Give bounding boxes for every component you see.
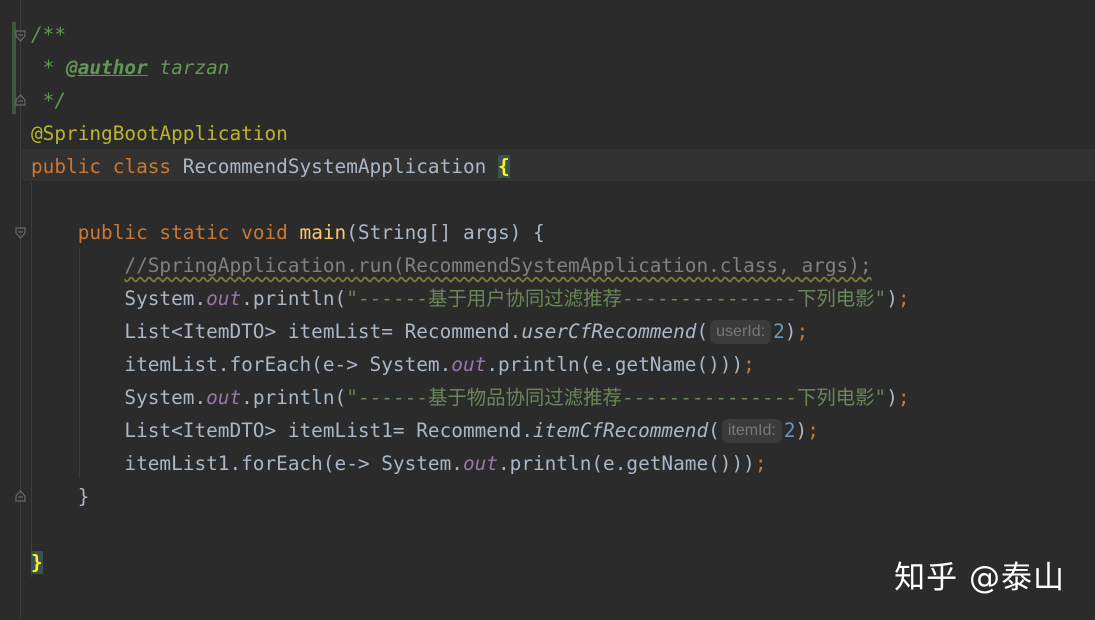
code-line[interactable]: */ bbox=[31, 84, 910, 117]
code-token: //SpringApplication.run(RecommendSystemA… bbox=[124, 254, 872, 277]
code-token: public static void bbox=[77, 221, 300, 244]
code-token: out bbox=[206, 287, 242, 310]
code-token: } bbox=[31, 485, 90, 508]
code-token: ; bbox=[897, 386, 910, 409]
code-token: out bbox=[451, 353, 487, 376]
code-token: .println( bbox=[241, 386, 347, 409]
code-line[interactable] bbox=[31, 513, 910, 546]
fold-open-icon[interactable] bbox=[15, 227, 26, 239]
code-line[interactable]: List<ItemDTO> itemList= Recommend.userCf… bbox=[31, 315, 910, 348]
code-line[interactable]: public static void main(String[] args) { bbox=[31, 216, 910, 249]
code-token: ; bbox=[743, 353, 755, 376]
parameter-hint: itemId: bbox=[721, 419, 782, 443]
code-line[interactable]: System.out.println("------基于物品协同过滤推荐----… bbox=[31, 381, 910, 414]
editor-gutter bbox=[0, 0, 22, 620]
code-token: ; bbox=[897, 287, 910, 310]
code-token: out bbox=[206, 386, 242, 409]
code-line[interactable]: } bbox=[31, 480, 910, 513]
code-token: ; bbox=[796, 320, 809, 343]
code-token: ) bbox=[886, 287, 898, 310]
watermark: 知乎 @泰山 bbox=[894, 560, 1065, 596]
code-token: { bbox=[497, 155, 510, 178]
code-token: (String[] args) { bbox=[346, 221, 545, 244]
code-token: */ bbox=[31, 89, 67, 112]
code-line[interactable]: itemList1.forEach(e-> System.out.println… bbox=[31, 447, 910, 480]
fold-close-icon[interactable] bbox=[15, 94, 26, 106]
gutter-divider bbox=[20, 0, 21, 620]
code-line[interactable]: System.out.println("------基于用户协同过滤推荐----… bbox=[31, 282, 910, 315]
code-token: ( bbox=[708, 419, 720, 442]
code-line[interactable]: /** bbox=[31, 18, 910, 51]
code-line[interactable]: List<ItemDTO> itemList1= Recommend.itemC… bbox=[31, 414, 910, 447]
code-token: List<ItemDTO> itemList= Recommend. bbox=[31, 320, 522, 343]
code-token: RecommendSystemApplication bbox=[182, 155, 498, 178]
code-token: * bbox=[31, 56, 67, 79]
code-token: ( bbox=[696, 320, 709, 343]
code-token: .println( bbox=[241, 287, 347, 310]
parameter-hint: userId: bbox=[710, 320, 772, 344]
code-line[interactable]: } bbox=[31, 546, 910, 579]
code-token: } bbox=[31, 551, 43, 574]
code-token: itemCfRecommend bbox=[533, 419, 709, 442]
fold-close-icon[interactable] bbox=[15, 490, 26, 502]
code-token: ; bbox=[754, 452, 767, 475]
code-token: userCfRecommend bbox=[521, 320, 697, 343]
code-token: .println(e.getName())) bbox=[486, 353, 744, 376]
code-token: /** bbox=[31, 23, 67, 46]
code-token: ) bbox=[886, 386, 898, 409]
code-token: tarzan bbox=[147, 56, 230, 79]
code-token: .println(e.getName())) bbox=[497, 452, 755, 475]
code-token: @SpringBootApplication bbox=[31, 122, 288, 145]
fold-open-icon[interactable] bbox=[15, 30, 26, 42]
code-editor[interactable]: /** * @author tarzan */ @SpringBootApplic… bbox=[31, 18, 910, 579]
code-token: 2 bbox=[783, 419, 796, 442]
code-line[interactable]: @SpringBootApplication bbox=[31, 117, 910, 150]
code-token: List<ItemDTO> itemList1= Recommend. bbox=[31, 419, 533, 442]
code-line[interactable]: public class RecommendSystemApplication … bbox=[31, 150, 910, 183]
code-token: public class bbox=[31, 155, 183, 178]
code-token: ) bbox=[795, 419, 808, 442]
code-token: out bbox=[462, 452, 498, 475]
code-line[interactable]: * @author tarzan bbox=[31, 51, 910, 84]
code-line[interactable] bbox=[31, 183, 910, 216]
code-token: 2 bbox=[773, 320, 785, 343]
code-token: ; bbox=[807, 419, 819, 442]
code-token: @author bbox=[66, 56, 148, 79]
code-token: itemList.forEach(e-> System. bbox=[31, 353, 452, 376]
code-token: "------基于用户协同过滤推荐---------------下列电影" bbox=[346, 287, 887, 310]
code-token: System. bbox=[31, 287, 207, 310]
code-line[interactable]: itemList.forEach(e-> System.out.println(… bbox=[31, 348, 910, 381]
code-token: itemList1.forEach(e-> System. bbox=[31, 452, 463, 475]
code-token: main bbox=[299, 221, 347, 244]
code-token: System. bbox=[31, 386, 207, 409]
code-token: ) bbox=[784, 320, 797, 343]
code-line[interactable]: //SpringApplication.run(RecommendSystemA… bbox=[31, 249, 910, 282]
code-token: "------基于物品协同过滤推荐---------------下列电影" bbox=[346, 386, 887, 409]
